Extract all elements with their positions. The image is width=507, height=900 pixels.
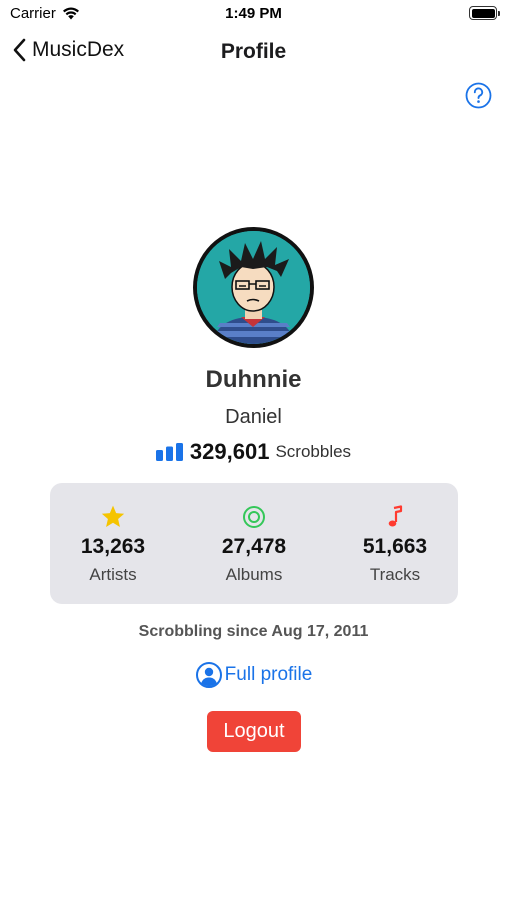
- profile-screen: Carrier 1:49 PM MusicDex Profile Duhnnie…: [0, 0, 507, 900]
- scrobbles-row: 329,601 Scrobbles: [0, 439, 507, 465]
- stat-value: 13,263: [80, 535, 146, 558]
- star-icon: [101, 505, 125, 527]
- bar-chart-icon: [155, 443, 183, 461]
- stat-value: 51,663: [362, 535, 428, 558]
- avatar: [193, 227, 314, 348]
- scrobbles-label: Scrobbles: [275, 442, 352, 461]
- person-circle-icon: [195, 662, 222, 688]
- username: Duhnnie: [205, 366, 302, 393]
- stat-label: Artists: [89, 565, 137, 584]
- help-button[interactable]: [465, 82, 492, 109]
- stat-artists[interactable]: 13,263 Artists: [64, 483, 162, 604]
- page-title: Profile: [220, 40, 287, 63]
- nav-bar: MusicDex Profile: [0, 30, 507, 76]
- music-note-icon: [388, 505, 403, 527]
- real-name: Daniel: [225, 406, 282, 428]
- full-profile-label: Full profile: [224, 664, 313, 685]
- battery-icon: [469, 6, 500, 20]
- stat-value: 27,478: [221, 535, 287, 558]
- status-bar: Carrier 1:49 PM: [0, 0, 507, 30]
- record-icon: [243, 506, 265, 528]
- stat-albums[interactable]: 27,478 Albums: [205, 483, 303, 604]
- stats-card: 13,263 Artists 27,478 Albums 51,663 Trac…: [50, 483, 458, 604]
- avatar-character-image: [197, 231, 310, 344]
- avatar-image: [197, 231, 310, 344]
- full-profile-link[interactable]: Full profile: [0, 661, 507, 689]
- scrobbles-count: 329,601: [189, 439, 270, 464]
- stat-label: Tracks: [369, 565, 421, 584]
- logout-button[interactable]: Logout: [207, 711, 301, 752]
- stat-label: Albums: [225, 565, 283, 584]
- question-circle-icon: [465, 82, 492, 109]
- scrobbling-since: Scrobbling since Aug 17, 2011: [138, 623, 369, 640]
- stat-tracks[interactable]: 51,663 Tracks: [346, 483, 444, 604]
- status-right: [469, 6, 500, 20]
- status-time: 1:49 PM: [225, 5, 282, 22]
